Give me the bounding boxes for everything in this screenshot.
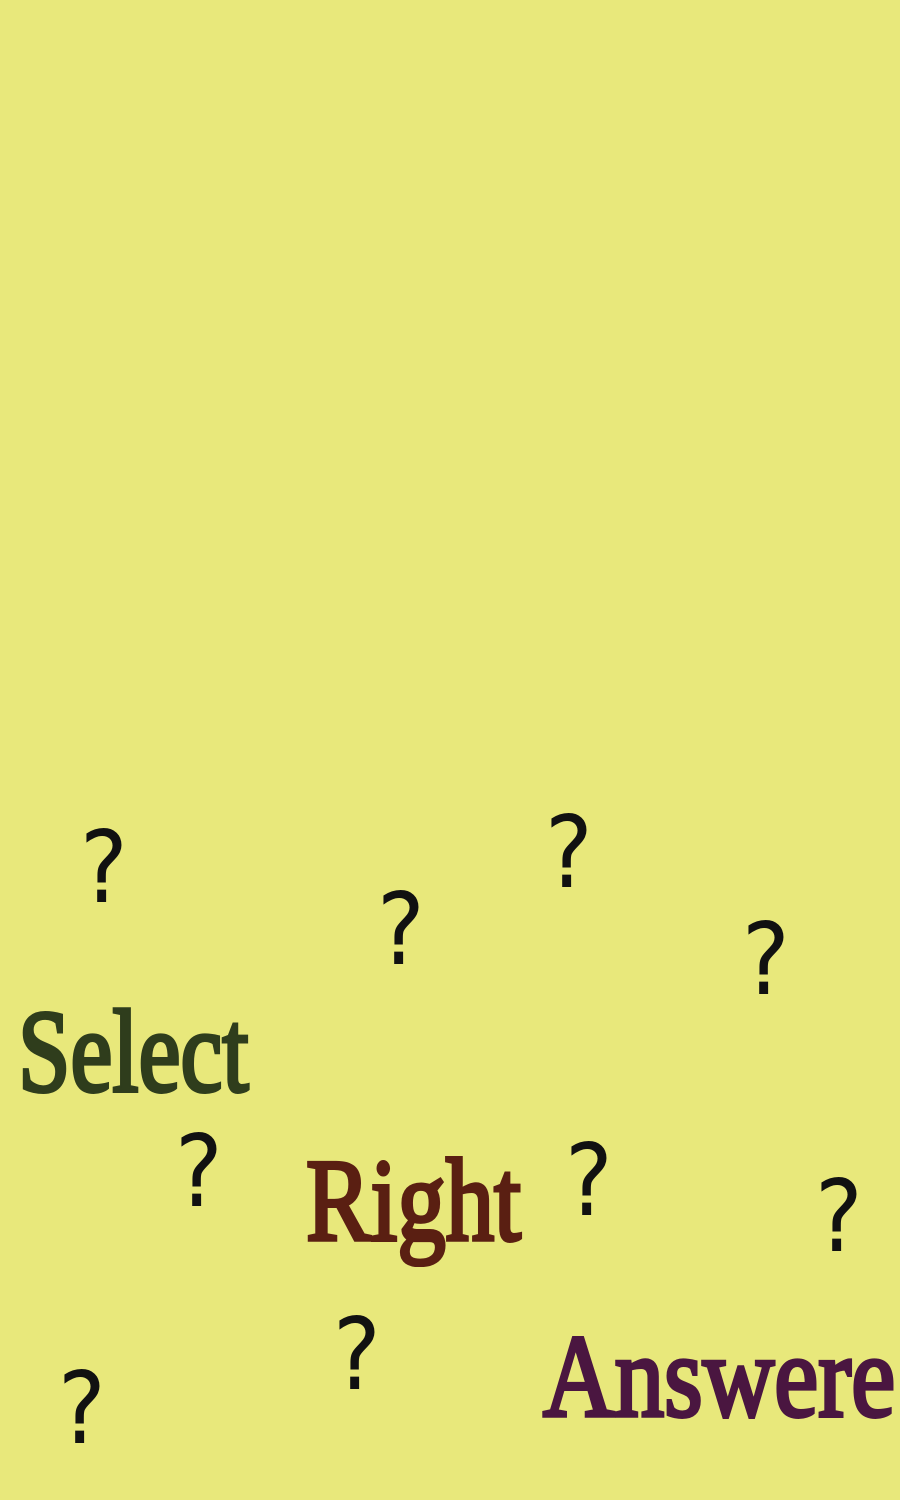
question-mark-icon: ?: [377, 871, 425, 988]
question-mark-icon: ?: [545, 794, 593, 911]
question-mark-icon: ?: [58, 1350, 106, 1467]
question-mark-icon: ?: [742, 901, 790, 1018]
right-label: Right: [304, 1135, 522, 1266]
game-screen: ? ? ? ? ? ? ? ? ? Select Right Answere: [0, 0, 900, 1500]
question-mark-icon: ?: [815, 1158, 863, 1275]
select-label: Select: [16, 986, 250, 1117]
question-mark-icon: ?: [333, 1296, 381, 1413]
question-mark-icon: ?: [565, 1122, 613, 1239]
answer-label: Answere: [541, 1311, 897, 1442]
question-mark-icon: ?: [175, 1113, 223, 1230]
question-mark-icon: ?: [80, 809, 128, 926]
